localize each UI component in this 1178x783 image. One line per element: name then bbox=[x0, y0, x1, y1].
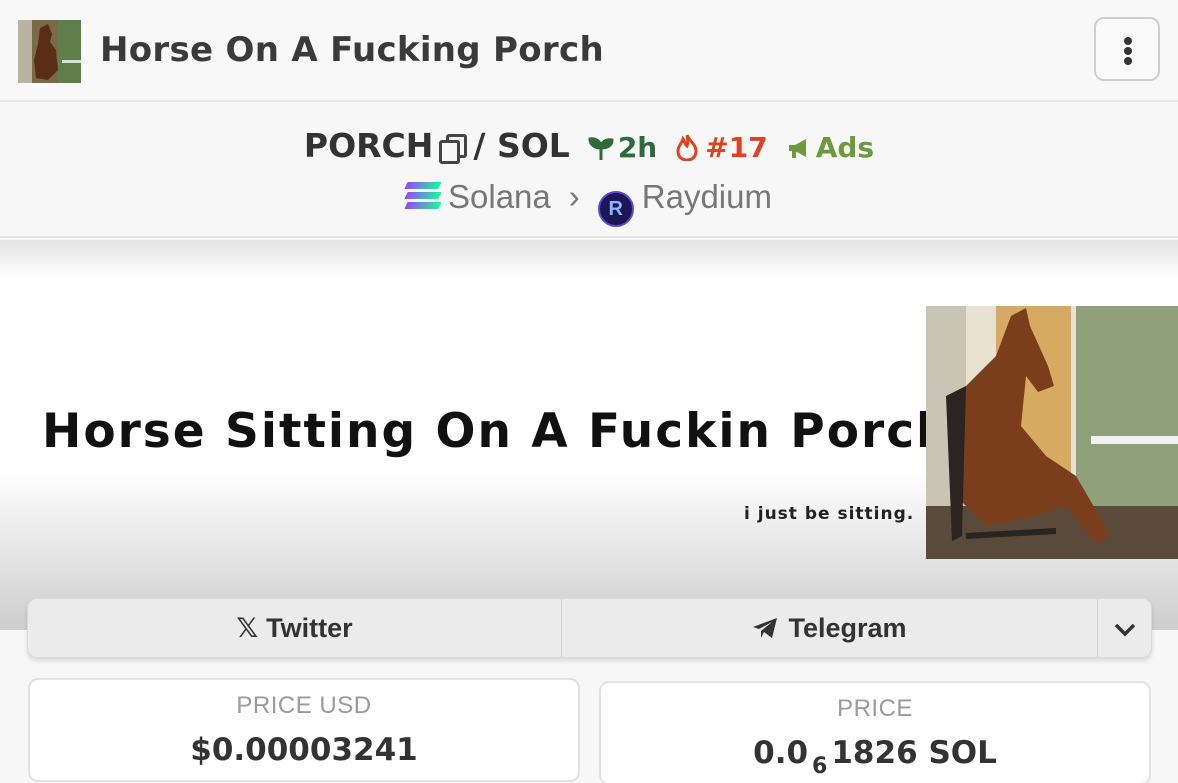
twitter-label: Twitter bbox=[266, 613, 353, 643]
price-native-value: 0.0 6 1826 SOL bbox=[601, 735, 1149, 779]
price-native-prefix: 0.0 bbox=[753, 735, 809, 771]
quote-symbol: SOL bbox=[496, 126, 570, 165]
social-links: 𝕏 Twitter Telegram bbox=[27, 598, 1152, 658]
banner-title: Horse Sitting On A Fuckin Porch bbox=[42, 404, 952, 459]
twitter-button[interactable]: 𝕏 Twitter bbox=[28, 599, 562, 657]
megaphone-icon bbox=[788, 139, 806, 158]
pair-age: 2h bbox=[588, 131, 657, 164]
price-native-label: PRICE bbox=[837, 695, 913, 722]
telegram-icon bbox=[753, 618, 778, 638]
copy-icon[interactable] bbox=[439, 134, 468, 164]
raydium-icon: R bbox=[597, 191, 634, 227]
pair-separator: / bbox=[473, 126, 486, 165]
price-native-unit: SOL bbox=[928, 735, 997, 771]
chain-breadcrumb: Solana › R Raydium bbox=[0, 178, 1178, 227]
price-native-digits: 1826 bbox=[831, 735, 918, 771]
price-usd-value: $0.00003241 bbox=[190, 732, 418, 768]
pair-info: PORCH / SOL 2h #17 Ads Solana › R Raydium bbox=[0, 104, 1178, 238]
seedling-icon bbox=[588, 137, 614, 160]
banner-horse-image bbox=[926, 306, 1178, 559]
base-symbol: PORCH bbox=[303, 126, 434, 165]
ads-label: Ads bbox=[815, 131, 875, 164]
token-avatar bbox=[18, 20, 81, 83]
token-banner: Horse Sitting On A Fuckin Porch i just b… bbox=[0, 240, 1178, 630]
network-name[interactable]: Solana bbox=[448, 178, 551, 215]
trending-rank-value: #17 bbox=[705, 131, 768, 164]
dex-name[interactable]: Raydium bbox=[642, 178, 772, 215]
telegram-label: Telegram bbox=[788, 613, 907, 643]
x-logo-icon: 𝕏 bbox=[236, 613, 259, 643]
chevron-down-icon bbox=[1114, 623, 1136, 637]
more-vertical-icon bbox=[1124, 37, 1132, 45]
token-name: Horse On A Fucking Porch bbox=[100, 30, 604, 70]
price-usd-label: PRICE USD bbox=[236, 692, 372, 719]
pair-age-value: 2h bbox=[617, 131, 658, 164]
trending-rank[interactable]: #17 bbox=[675, 131, 768, 164]
price-native-zero-count: 6 bbox=[812, 754, 828, 779]
app-header: Horse On A Fucking Porch bbox=[0, 0, 1178, 102]
price-usd-card: PRICE USD $0.00003241 bbox=[28, 678, 580, 782]
more-socials-button[interactable] bbox=[1098, 599, 1152, 657]
ads-link[interactable]: Ads bbox=[786, 131, 874, 164]
more-menu-button[interactable] bbox=[1094, 17, 1160, 81]
chevron-right-icon: › bbox=[568, 178, 580, 215]
pair-row: PORCH / SOL 2h #17 Ads bbox=[0, 126, 1178, 165]
solana-icon bbox=[404, 181, 442, 211]
price-native-card: PRICE 0.0 6 1826 SOL bbox=[599, 681, 1151, 783]
flame-icon bbox=[676, 134, 698, 162]
telegram-button[interactable]: Telegram bbox=[562, 599, 1098, 657]
banner-subtitle: i just be sitting. bbox=[744, 504, 915, 524]
